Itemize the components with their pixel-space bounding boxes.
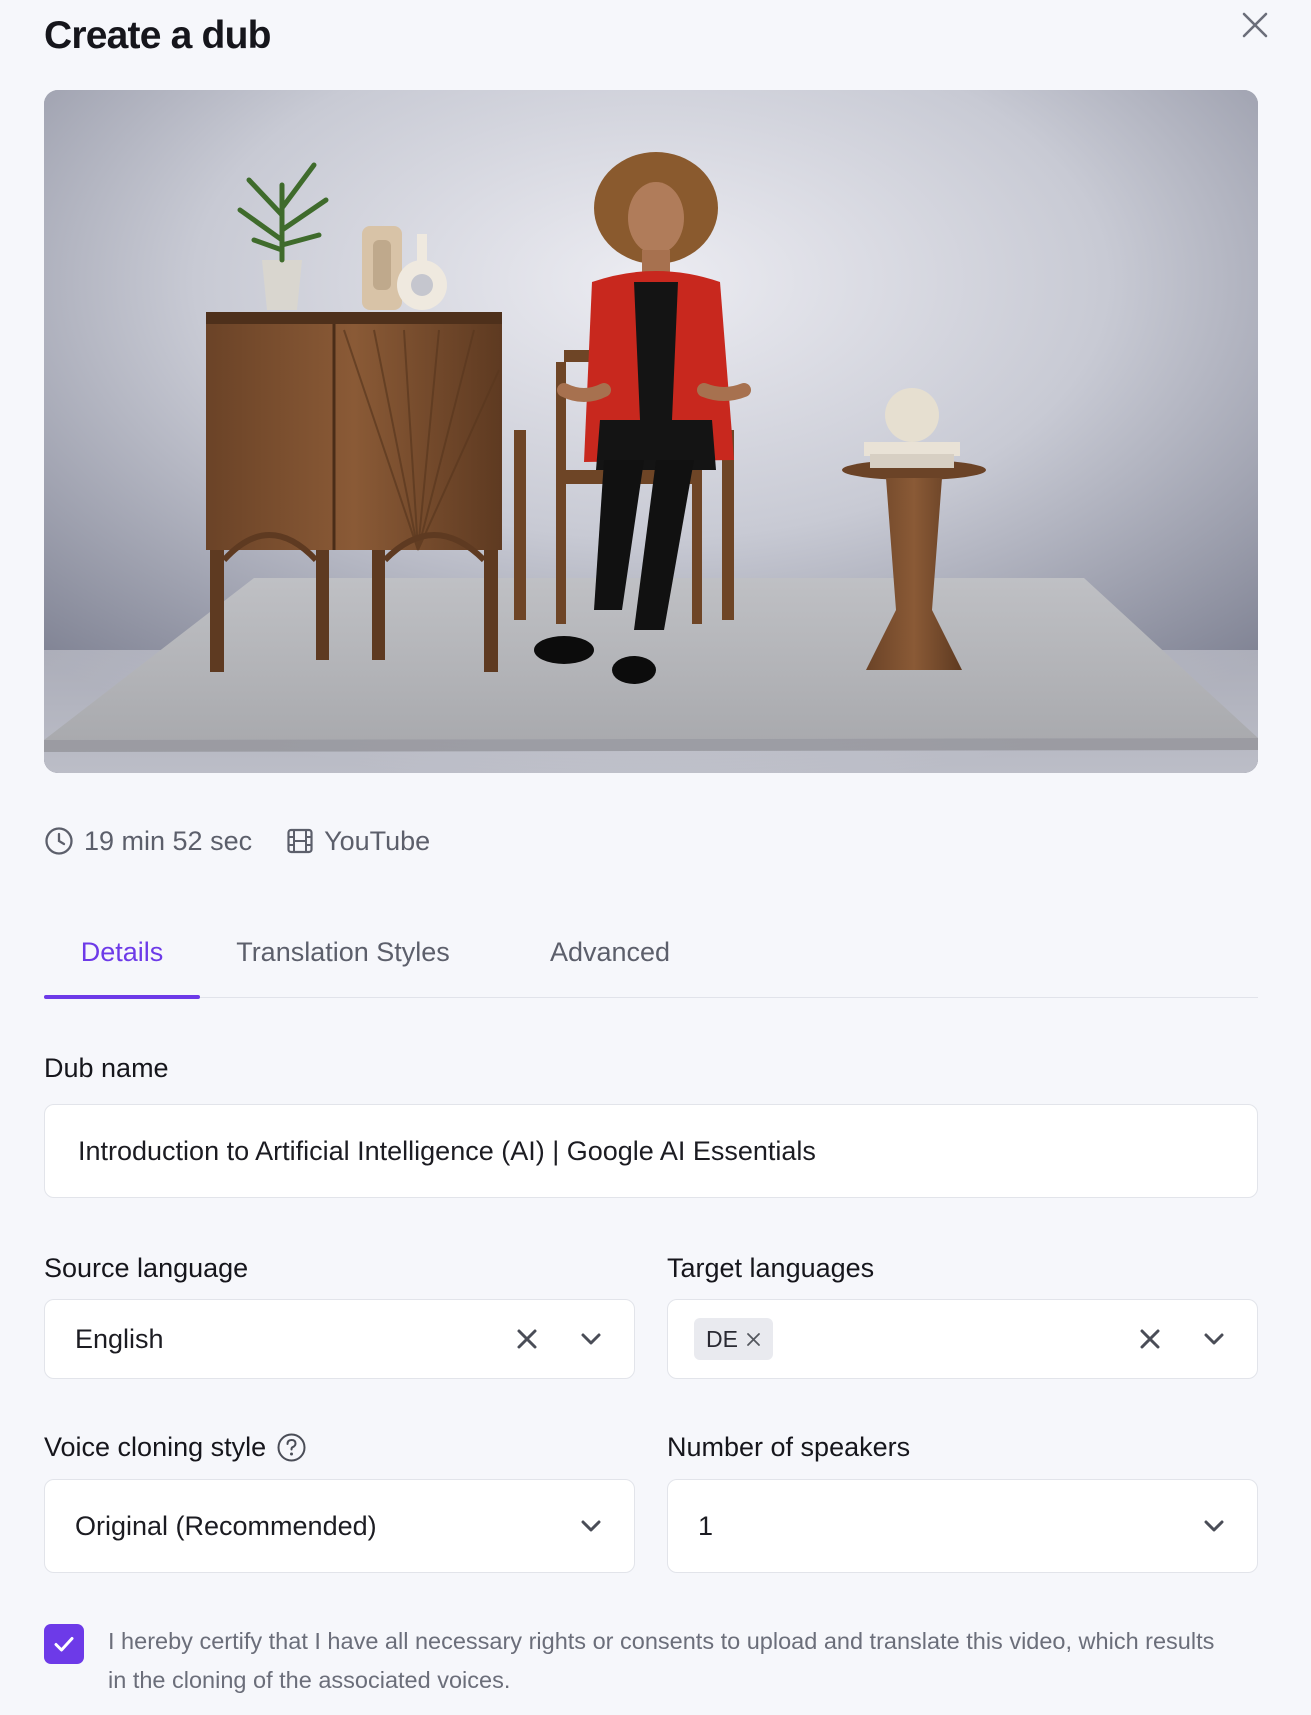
clear-icon: [517, 1329, 537, 1349]
clock-icon: [45, 827, 73, 855]
create-dub-dialog: Create a dub 19 min 52 sec YouTube Detai…: [0, 0, 1311, 1715]
number-of-speakers-select[interactable]: 1: [667, 1479, 1258, 1573]
target-languages-label: Target languages: [667, 1252, 875, 1283]
voice-cloning-style-select[interactable]: Original (Recommended): [44, 1479, 635, 1573]
number-of-speakers-value: 1: [698, 1510, 714, 1541]
voice-cloning-style-label-row: Voice cloning style: [44, 1428, 307, 1466]
chevron-down-icon: [1204, 1520, 1224, 1532]
duration-text: 19 min 52 sec: [84, 825, 253, 856]
chevron-down-icon: [581, 1520, 601, 1532]
close-icon: [747, 1332, 760, 1346]
source-language-dropdown-toggle[interactable]: [574, 1322, 608, 1356]
number-of-speakers-label: Number of speakers: [667, 1431, 911, 1462]
clear-target-languages-button[interactable]: [1133, 1322, 1167, 1356]
dub-name-label: Dub name: [44, 1052, 169, 1083]
source-language-select[interactable]: English: [44, 1299, 635, 1379]
close-button[interactable]: [1236, 6, 1274, 44]
voice-cloning-style-dropdown-toggle[interactable]: [574, 1509, 608, 1543]
tab-advanced[interactable]: Advanced: [518, 906, 702, 998]
remove-chip-button[interactable]: [746, 1332, 761, 1347]
source-language-value: English: [75, 1323, 164, 1354]
target-languages-select[interactable]: DE: [667, 1299, 1258, 1379]
voice-cloning-style-label: Voice cloning style: [44, 1431, 267, 1462]
video-thumbnail[interactable]: [44, 90, 1258, 773]
tab-details[interactable]: Details: [44, 906, 200, 999]
dub-name-input[interactable]: Introduction to Artificial Intelligence …: [44, 1104, 1258, 1198]
dialog-title: Create a dub: [44, 14, 271, 57]
question-circle-icon: [277, 1433, 306, 1461]
source-meta: YouTube: [286, 826, 430, 857]
tab-bar: Details Translation Styles Advanced: [44, 906, 1258, 999]
duration-meta: 19 min 52 sec: [44, 826, 252, 857]
dub-name-value: Introduction to Artificial Intelligence …: [78, 1135, 816, 1166]
chip-label: DE: [706, 1325, 738, 1352]
number-of-speakers-dropdown-toggle[interactable]: [1197, 1509, 1231, 1543]
chevron-down-icon: [581, 1333, 601, 1345]
target-languages-dropdown-toggle[interactable]: [1197, 1322, 1231, 1356]
voice-cloning-help-button[interactable]: [276, 1432, 307, 1463]
check-icon: [54, 1637, 74, 1652]
close-icon: [1242, 12, 1268, 38]
tab-translation-styles[interactable]: Translation Styles: [224, 906, 462, 998]
source-language-label: Source language: [44, 1252, 249, 1283]
clear-icon: [1140, 1329, 1160, 1349]
consent-checkbox[interactable]: [44, 1624, 84, 1664]
clear-source-language-button[interactable]: [510, 1322, 544, 1356]
voice-cloning-style-value: Original (Recommended): [75, 1510, 377, 1541]
video-meta: 19 min 52 sec YouTube: [44, 822, 464, 860]
language-chip-de: DE: [694, 1318, 773, 1360]
film-icon: [287, 828, 313, 854]
source-text: YouTube: [324, 825, 431, 856]
consent-text: I hereby certify that I have all necessa…: [108, 1628, 1215, 1693]
chevron-down-icon: [1204, 1333, 1224, 1345]
